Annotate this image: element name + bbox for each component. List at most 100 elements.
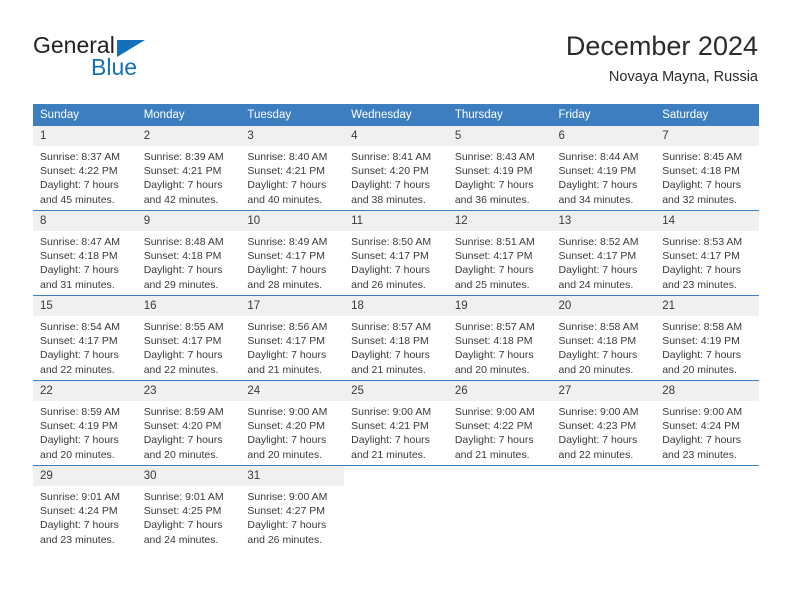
calendar-week-row: 22 Sunrise: 8:59 AM Sunset: 4:19 PM Dayl…: [33, 380, 759, 466]
day-cell[interactable]: 29 Sunrise: 9:01 AM Sunset: 4:24 PM Dayl…: [33, 465, 137, 550]
daylight-text-line1: Daylight: 7 hours: [143, 179, 223, 192]
day-cell[interactable]: 20 Sunrise: 8:58 AM Sunset: 4:18 PM Dayl…: [551, 295, 656, 381]
day-cell[interactable]: 10 Sunrise: 8:49 AM Sunset: 4:17 PM Dayl…: [240, 210, 345, 296]
daylight-text-line2: and 20 minutes.: [454, 363, 530, 376]
daylight-text-line2: and 24 minutes.: [558, 278, 634, 291]
day-number: 16: [136, 296, 241, 316]
daylight-text-line1: Daylight: 7 hours: [454, 264, 534, 277]
day-number: [655, 466, 759, 486]
day-info: Sunrise: 9:00 AM Sunset: 4:24 PM Dayligh…: [655, 401, 759, 462]
day-cell[interactable]: 27 Sunrise: 9:00 AM Sunset: 4:23 PM Dayl…: [551, 380, 656, 466]
day-cell[interactable]: 14 Sunrise: 8:53 AM Sunset: 4:17 PM Dayl…: [655, 210, 759, 296]
day-number: 17: [240, 296, 345, 316]
day-cell[interactable]: 21 Sunrise: 8:58 AM Sunset: 4:19 PM Dayl…: [655, 295, 759, 381]
day-number: 26: [447, 381, 552, 401]
day-info: Sunrise: 8:58 AM Sunset: 4:19 PM Dayligh…: [655, 316, 759, 377]
calendar-page: General Blue December 2024 Novaya Mayna,…: [0, 0, 792, 612]
day-cell[interactable]: 1 Sunrise: 8:37 AM Sunset: 4:22 PM Dayli…: [33, 126, 137, 211]
day-cell[interactable]: 6 Sunrise: 8:44 AM Sunset: 4:19 PM Dayli…: [551, 126, 656, 211]
day-cell[interactable]: 24 Sunrise: 9:00 AM Sunset: 4:20 PM Dayl…: [240, 380, 345, 466]
day-number: 24: [240, 381, 345, 401]
day-cell[interactable]: 11 Sunrise: 8:50 AM Sunset: 4:17 PM Dayl…: [344, 210, 448, 296]
day-cell[interactable]: 16 Sunrise: 8:55 AM Sunset: 4:17 PM Dayl…: [136, 295, 241, 381]
day-cell[interactable]: 8 Sunrise: 8:47 AM Sunset: 4:18 PM Dayli…: [33, 210, 137, 296]
calendar-week-row: 8 Sunrise: 8:47 AM Sunset: 4:18 PM Dayli…: [33, 210, 759, 296]
day-cell[interactable]: 9 Sunrise: 8:48 AM Sunset: 4:18 PM Dayli…: [136, 210, 241, 296]
sunrise-text: Sunrise: 8:57 AM: [454, 321, 535, 333]
day-number: 23: [136, 381, 241, 401]
daylight-text-line2: and 36 minutes.: [454, 193, 530, 206]
sunset-text: Sunset: 4:22 PM: [454, 420, 533, 433]
sunset-text: Sunset: 4:19 PM: [558, 165, 637, 178]
daylight-text-line1: Daylight: 7 hours: [662, 434, 742, 447]
sunrise-text: Sunrise: 8:58 AM: [662, 321, 743, 333]
day-cell[interactable]: 17 Sunrise: 8:56 AM Sunset: 4:17 PM Dayl…: [240, 295, 345, 381]
daylight-text-line1: Daylight: 7 hours: [351, 264, 430, 277]
daylight-text-line2: and 20 minutes.: [247, 448, 323, 461]
daylight-text-line2: and 24 minutes.: [143, 533, 219, 546]
generalblue-logo[interactable]: General Blue: [33, 33, 213, 81]
day-cell[interactable]: 3 Sunrise: 8:40 AM Sunset: 4:21 PM Dayli…: [240, 126, 345, 211]
day-info: Sunrise: 8:57 AM Sunset: 4:18 PM Dayligh…: [448, 316, 552, 377]
day-info: Sunrise: 8:57 AM Sunset: 4:18 PM Dayligh…: [344, 316, 448, 377]
daylight-text-line2: and 34 minutes.: [558, 193, 634, 206]
daylight-text-line1: Daylight: 7 hours: [247, 434, 327, 447]
day-number: 22: [33, 381, 137, 401]
day-number: 28: [655, 381, 759, 401]
day-cell[interactable]: 28 Sunrise: 9:00 AM Sunset: 4:24 PM Dayl…: [655, 380, 759, 466]
daylight-text-line1: Daylight: 7 hours: [662, 179, 742, 192]
page-subtitle: Novaya Mayna, Russia: [608, 69, 758, 85]
daylight-text-line2: and 26 minutes.: [247, 533, 323, 546]
weekday-header-sunday: Sunday: [33, 104, 137, 126]
day-number: 25: [344, 381, 448, 401]
sunset-text: Sunset: 4:22 PM: [40, 165, 118, 178]
sunset-text: Sunset: 4:21 PM: [351, 420, 429, 433]
sunrise-text: Sunrise: 8:49 AM: [247, 236, 328, 248]
sunrise-text: Sunrise: 8:44 AM: [558, 151, 639, 163]
day-cell[interactable]: 31 Sunrise: 9:00 AM Sunset: 4:27 PM Dayl…: [240, 465, 345, 550]
title-block: December 2024 Novaya Mayna, Russia: [566, 30, 758, 87]
day-cell-empty: [655, 465, 759, 550]
calendar-body: 1 Sunrise: 8:37 AM Sunset: 4:22 PM Dayli…: [33, 126, 759, 550]
day-cell[interactable]: 18 Sunrise: 8:57 AM Sunset: 4:18 PM Dayl…: [344, 295, 448, 381]
day-number: [344, 466, 448, 486]
daylight-text-line1: Daylight: 7 hours: [454, 349, 534, 362]
daylight-text-line2: and 31 minutes.: [40, 278, 115, 291]
day-cell[interactable]: 5 Sunrise: 8:43 AM Sunset: 4:19 PM Dayli…: [447, 126, 552, 211]
day-number: 7: [655, 126, 759, 146]
day-cell[interactable]: 4 Sunrise: 8:41 AM Sunset: 4:20 PM Dayli…: [344, 126, 448, 211]
daylight-text-line1: Daylight: 7 hours: [247, 349, 327, 362]
daylight-text-line1: Daylight: 7 hours: [143, 519, 223, 532]
daylight-text-line2: and 40 minutes.: [247, 193, 323, 206]
day-number: 20: [551, 296, 656, 316]
day-cell[interactable]: 12 Sunrise: 8:51 AM Sunset: 4:17 PM Dayl…: [447, 210, 552, 296]
sunrise-text: Sunrise: 9:01 AM: [143, 491, 224, 503]
daylight-text-line2: and 20 minutes.: [662, 363, 737, 376]
day-number: 21: [655, 296, 759, 316]
day-cell-empty: [551, 465, 656, 550]
day-info: Sunrise: 8:47 AM Sunset: 4:18 PM Dayligh…: [33, 231, 137, 292]
day-info: Sunrise: 8:52 AM Sunset: 4:17 PM Dayligh…: [552, 231, 656, 292]
day-cell[interactable]: 23 Sunrise: 8:59 AM Sunset: 4:20 PM Dayl…: [136, 380, 241, 466]
day-cell[interactable]: 26 Sunrise: 9:00 AM Sunset: 4:22 PM Dayl…: [447, 380, 552, 466]
daylight-text-line1: Daylight: 7 hours: [662, 349, 742, 362]
day-cell[interactable]: 25 Sunrise: 9:00 AM Sunset: 4:21 PM Dayl…: [344, 380, 448, 466]
day-cell[interactable]: 19 Sunrise: 8:57 AM Sunset: 4:18 PM Dayl…: [447, 295, 552, 381]
sunset-text: Sunset: 4:18 PM: [143, 250, 222, 263]
day-info: Sunrise: 8:41 AM Sunset: 4:20 PM Dayligh…: [344, 146, 448, 207]
day-cell[interactable]: 7 Sunrise: 8:45 AM Sunset: 4:18 PM Dayli…: [655, 126, 759, 211]
weekday-header-monday: Monday: [136, 104, 241, 126]
daylight-text-line1: Daylight: 7 hours: [351, 349, 430, 362]
day-info: Sunrise: 8:53 AM Sunset: 4:17 PM Dayligh…: [655, 231, 759, 292]
day-cell[interactable]: 30 Sunrise: 9:01 AM Sunset: 4:25 PM Dayl…: [136, 465, 241, 550]
day-cell[interactable]: 22 Sunrise: 8:59 AM Sunset: 4:19 PM Dayl…: [33, 380, 137, 466]
day-cell[interactable]: 15 Sunrise: 8:54 AM Sunset: 4:17 PM Dayl…: [33, 295, 137, 381]
weekday-header-row: Sunday Monday Tuesday Wednesday Thursday…: [33, 104, 759, 126]
daylight-text-line2: and 21 minutes.: [351, 363, 426, 376]
weekday-header-thursday: Thursday: [447, 104, 552, 126]
daylight-text-line1: Daylight: 7 hours: [40, 434, 119, 447]
day-cell[interactable]: 13 Sunrise: 8:52 AM Sunset: 4:17 PM Dayl…: [551, 210, 656, 296]
day-cell[interactable]: 2 Sunrise: 8:39 AM Sunset: 4:21 PM Dayli…: [136, 126, 241, 211]
day-number: 14: [655, 211, 759, 231]
daylight-text-line2: and 21 minutes.: [454, 448, 530, 461]
